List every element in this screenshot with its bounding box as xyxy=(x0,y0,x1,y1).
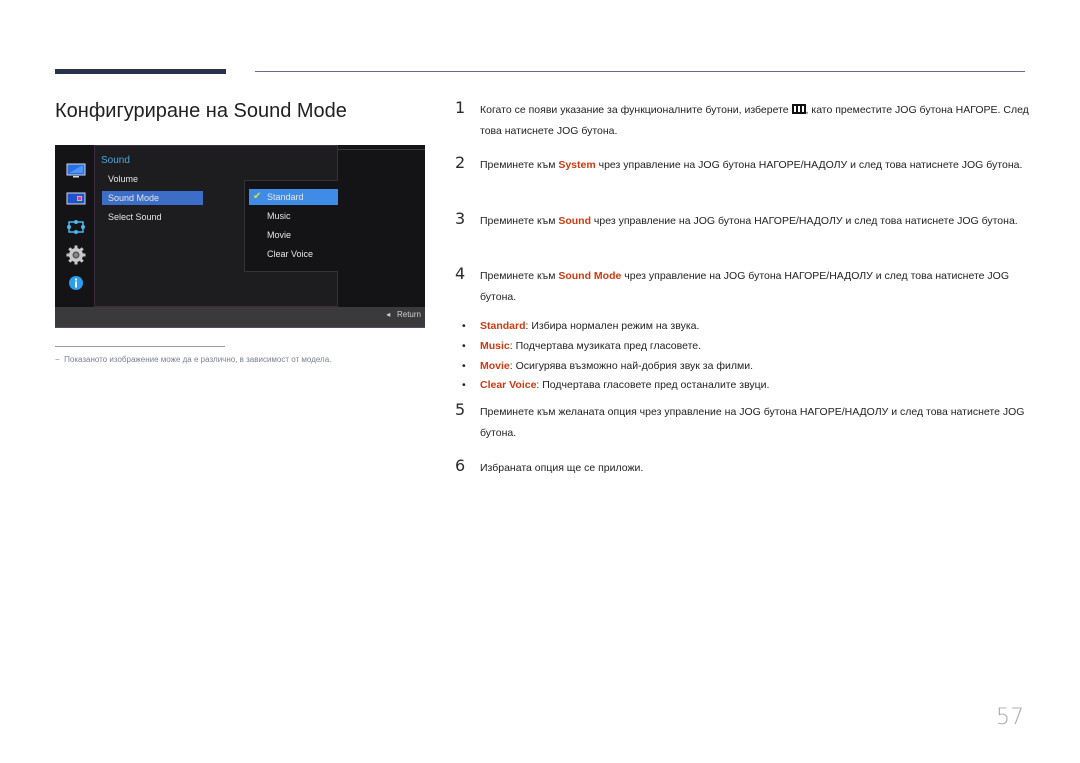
page-title: Конфигуриране на Sound Mode xyxy=(55,100,347,122)
osd-menu-item-volume[interactable]: Volume xyxy=(102,172,203,186)
bullet-dot: • xyxy=(462,379,466,391)
option-name: Music xyxy=(480,340,510,352)
osd-section-title: Sound xyxy=(101,155,130,166)
osd-option-label: Standard xyxy=(267,192,304,202)
step-text: Когато се появи указание за функционални… xyxy=(480,100,1030,142)
return-button[interactable]: ◂ Return xyxy=(386,310,421,319)
osd-screenshot: Sound Volume Sound Mode Select Sound ✔ S… xyxy=(55,145,425,328)
step-text: Преминете към System чрез управление на … xyxy=(480,155,1030,176)
footnote-dash: − xyxy=(55,355,60,364)
osd-menu-item-select-sound[interactable]: Select Sound xyxy=(102,210,203,224)
step-text-part: Преминете към xyxy=(480,159,559,171)
step-text: Преминете към желаната опция чрез управл… xyxy=(480,406,1025,439)
header-accent-bar xyxy=(55,69,226,74)
step-number: 2 xyxy=(455,153,466,172)
left-arrow-icon: ◂ xyxy=(386,310,391,319)
menu-icon xyxy=(791,104,806,114)
osd-menu-panel: Sound Volume Sound Mode Select Sound ✔ S… xyxy=(94,145,370,307)
monitor-icon xyxy=(66,163,86,178)
bullet-dot: • xyxy=(462,320,466,332)
page-number: 57 xyxy=(996,705,1024,730)
position-icon xyxy=(67,220,85,234)
gear-icon xyxy=(66,245,86,265)
osd-menu-item-sound-mode[interactable]: Sound Mode xyxy=(102,191,203,205)
option-name: Standard xyxy=(480,320,526,332)
footnote-text: Показаното изображение може да е различн… xyxy=(64,355,332,364)
option-description: : Избира нормален режим на звука. xyxy=(525,320,700,332)
header-rule xyxy=(255,71,1025,72)
step-text: Преминете към Sound чрез управление на J… xyxy=(480,211,1030,232)
option-description: : Осигурява възможно най-добрия звук за … xyxy=(509,360,754,372)
menu-term: Sound Mode xyxy=(558,270,622,282)
step-text-part: Когато се появи указание за функционални… xyxy=(480,104,792,116)
osd-preview-area xyxy=(338,149,425,307)
osd-sidebar xyxy=(55,145,95,307)
option-description: : Подчертава гласовете пред останалите з… xyxy=(536,379,770,391)
menu-term: Sound xyxy=(558,215,592,227)
picture-icon xyxy=(66,192,86,205)
step-text: Преминете към Sound Mode чрез управление… xyxy=(480,266,1030,308)
option-name: Clear Voice xyxy=(480,379,537,391)
menu-term: System xyxy=(558,159,596,171)
info-icon xyxy=(69,276,83,290)
option-name: Movie xyxy=(480,360,510,372)
step-number: 5 xyxy=(455,400,466,419)
option-description: : Подчертава музиката пред гласовете. xyxy=(509,340,702,352)
osd-footer: ◂ Return xyxy=(55,307,425,328)
footnote: − Показаното изображение може да е разли… xyxy=(55,355,331,364)
return-label: Return xyxy=(396,310,421,319)
step-text-part: чрез управление на JOG бутона НАГОРЕ/НАД… xyxy=(595,159,1023,171)
bullet-dot: • xyxy=(462,360,466,372)
step-number: 4 xyxy=(455,264,466,283)
step-number: 3 xyxy=(455,209,466,228)
bullet-dot: • xyxy=(462,340,466,352)
step-number: 6 xyxy=(455,456,466,475)
step-text-part: Преминете към xyxy=(480,215,559,227)
footnote-divider xyxy=(55,346,225,347)
step-text: Избраната опция ще се приложи. xyxy=(480,462,644,474)
step-text-part: чрез управление на JOG бутона НАГОРЕ/НАД… xyxy=(591,215,1018,227)
step-text-part: Преминете към xyxy=(480,270,559,282)
step-number: 1 xyxy=(455,98,466,117)
check-icon: ✔ xyxy=(253,191,262,202)
